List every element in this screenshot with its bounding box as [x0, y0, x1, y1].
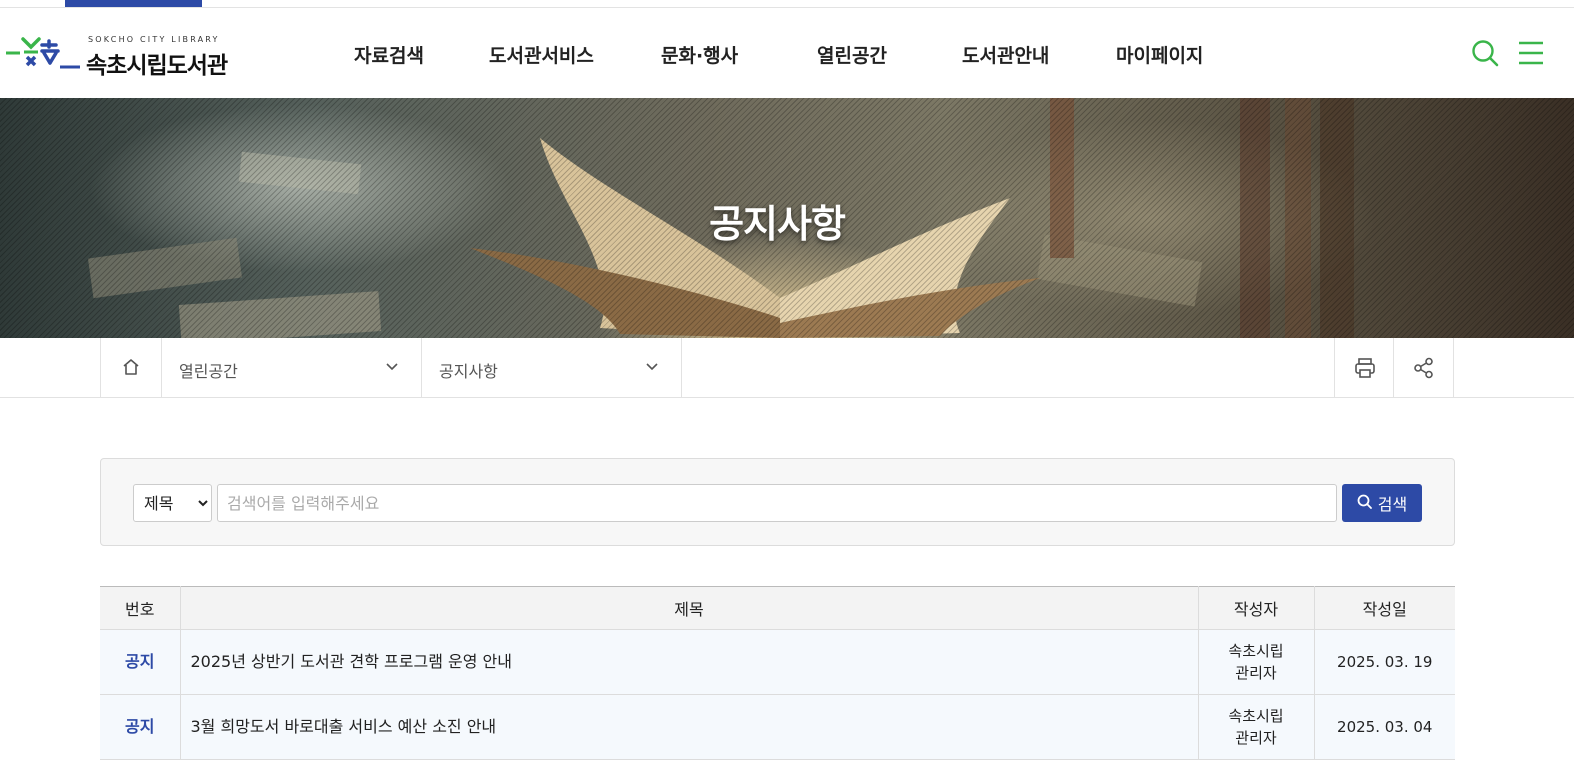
logo-subtitle: SOKCHO CITY LIBRARY: [88, 35, 220, 44]
nav-item-my-page[interactable]: 마이페이지: [1116, 41, 1203, 68]
post-title-link[interactable]: 3월 희망도서 바로대출 서비스 예산 소진 안내: [179, 694, 1198, 760]
site-header: SOKCHO CITY LIBRARY 속초시립도서관 자료검색 도서관서비스 …: [0, 8, 1574, 98]
nav-item-open-space[interactable]: 열린공간: [817, 41, 887, 68]
search-icon[interactable]: [1471, 39, 1499, 67]
post-title-link[interactable]: 2025년 상반기 도서관 견학 프로그램 운영 안내: [179, 629, 1198, 695]
breadcrumb-depth2-label: 공지사항: [439, 362, 498, 381]
nav-item-culture-events[interactable]: 문화·행사: [661, 41, 738, 68]
table-row[interactable]: 공지 2025년 상반기 도서관 견학 프로그램 운영 안내 속초시립 관리자 …: [100, 629, 1455, 695]
nav-item-search-materials[interactable]: 자료검색: [354, 41, 424, 68]
page-title: 공지사항: [709, 202, 846, 246]
logo-name: 속초시립도서관: [86, 53, 228, 79]
search-button[interactable]: 검색: [1342, 484, 1422, 522]
column-header-number: 번호: [100, 586, 180, 630]
post-author-line2: 관리자: [1235, 729, 1277, 747]
site-logo[interactable]: SOKCHO CITY LIBRARY 속초시립도서관: [4, 35, 234, 79]
breadcrumb-depth2-dropdown[interactable]: 공지사항: [421, 338, 681, 397]
post-date: 2025. 03. 04: [1313, 694, 1455, 760]
chevron-down-icon: [645, 360, 659, 374]
column-header-author: 작성자: [1197, 586, 1314, 630]
top-accent-bar: [65, 0, 202, 7]
breadcrumb-depth1-dropdown[interactable]: 열린공간: [161, 338, 421, 397]
post-author-line1: 속초시립: [1228, 642, 1284, 660]
notice-badge: 공지: [100, 629, 180, 695]
search-input[interactable]: [217, 484, 1337, 522]
print-button[interactable]: [1334, 338, 1393, 397]
menu-icon[interactable]: [1517, 39, 1545, 67]
home-button[interactable]: [100, 338, 161, 397]
logo-mark-icon: [6, 37, 80, 69]
column-header-title: 제목: [179, 586, 1198, 630]
breadcrumb-bar: 열린공간 공지사항: [0, 338, 1574, 398]
share-icon: [1413, 357, 1435, 379]
search-button-label: 검색: [1377, 495, 1408, 514]
print-icon: [1354, 357, 1376, 379]
notice-badge: 공지: [100, 694, 180, 760]
board-search-form: 제목 검색: [100, 458, 1455, 546]
nav-item-library-guide[interactable]: 도서관안내: [962, 41, 1049, 68]
chevron-down-icon: [385, 360, 399, 374]
table-row[interactable]: 공지 3월 희망도서 바로대출 서비스 예산 소진 안내 속초시립 관리자 20…: [100, 694, 1455, 760]
post-date: 2025. 03. 19: [1313, 629, 1455, 695]
notice-table: 번호 제목 작성자 작성일 공지 2025년 상반기 도서관 견학 프로그램 운…: [100, 586, 1455, 760]
share-button[interactable]: [1393, 338, 1452, 397]
top-strip: [0, 0, 1574, 8]
post-author-line1: 속초시립: [1228, 707, 1284, 725]
post-author: 속초시립 관리자: [1197, 694, 1314, 760]
post-author: 속초시립 관리자: [1197, 629, 1314, 695]
home-icon: [122, 358, 140, 376]
table-header-row: 번호 제목 작성자 작성일: [100, 586, 1455, 630]
breadcrumb-depth1-label: 열린공간: [179, 362, 238, 381]
search-field-select[interactable]: 제목: [133, 484, 212, 522]
column-header-date: 작성일: [1313, 586, 1455, 630]
post-author-line2: 관리자: [1235, 664, 1277, 682]
search-icon: [1357, 494, 1372, 513]
nav-item-library-services[interactable]: 도서관서비스: [489, 41, 594, 68]
page-hero-banner: 공지사항: [0, 98, 1574, 338]
